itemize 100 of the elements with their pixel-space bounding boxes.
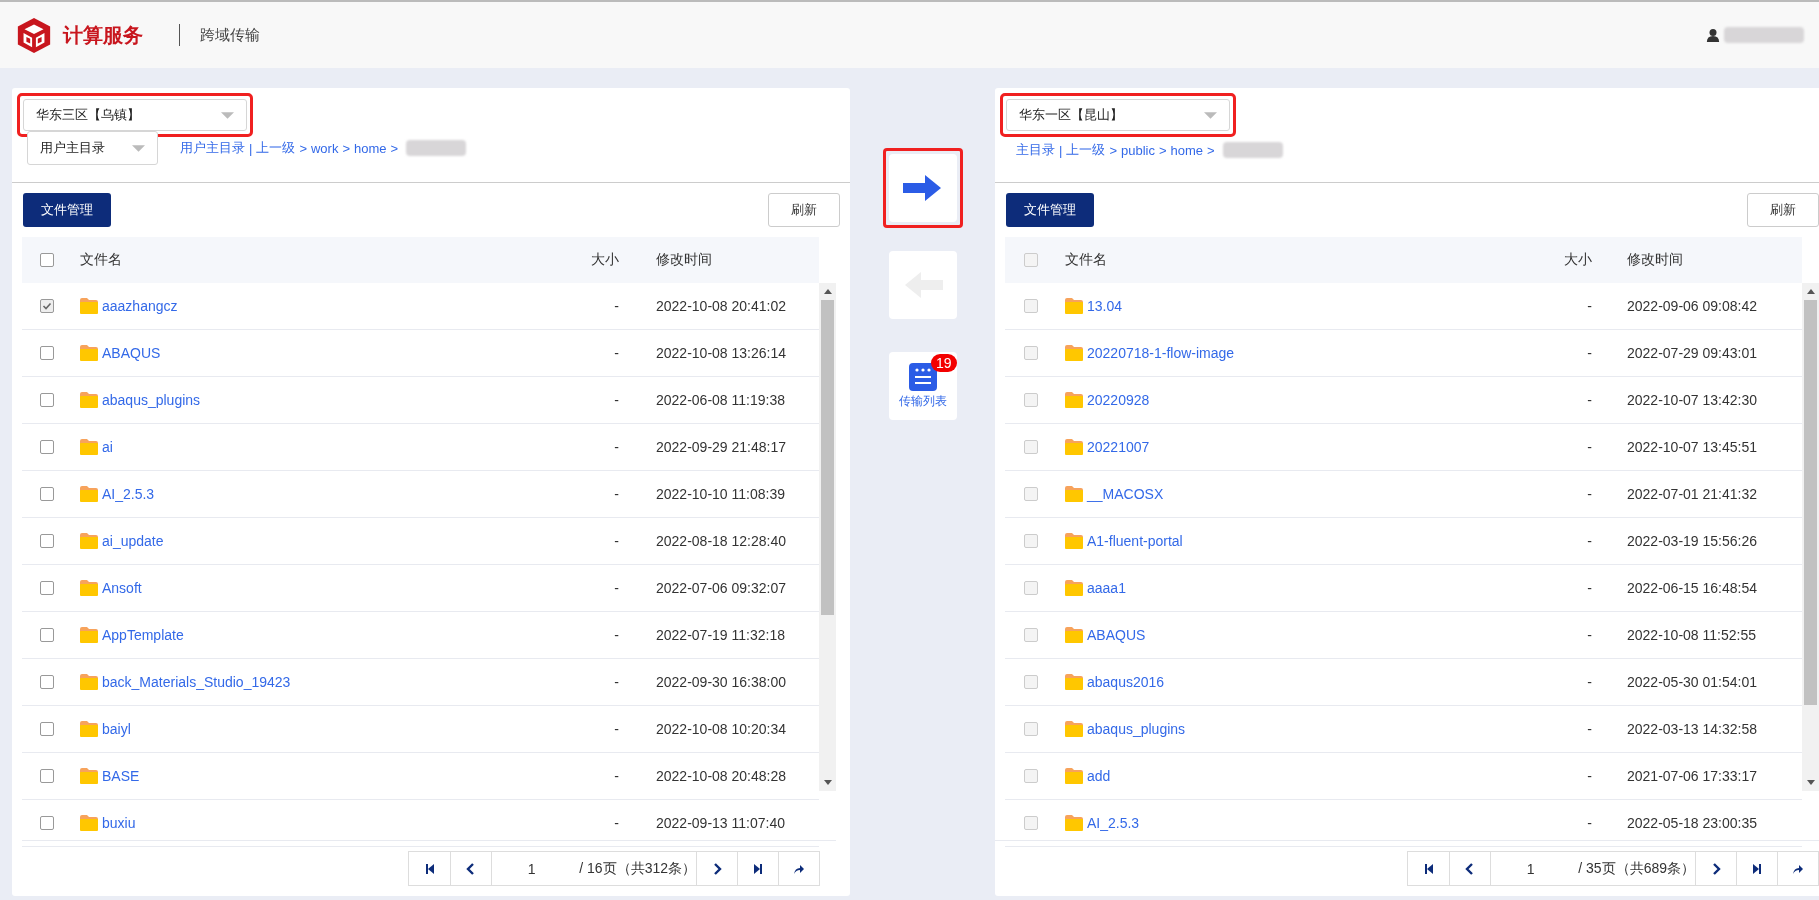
folder-link[interactable]: baiyl: [102, 721, 131, 737]
breadcrumb-link[interactable]: work: [311, 140, 339, 156]
list-icon: [908, 362, 937, 391]
file-manager-button[interactable]: 文件管理: [1006, 193, 1094, 227]
breadcrumb-separator: >: [299, 140, 307, 156]
refresh-button[interactable]: 刷新: [768, 193, 840, 227]
folder-link[interactable]: add: [1087, 768, 1111, 784]
folder-icon: [1065, 392, 1083, 408]
scroll-up-icon: [1806, 289, 1815, 294]
checkbox[interactable]: [40, 393, 54, 407]
table-cell-text: -: [1586, 580, 1592, 596]
scrollbar-thumb[interactable]: [821, 300, 834, 615]
checkbox[interactable]: [40, 487, 54, 501]
folder-icon: [1065, 298, 1083, 314]
folder-link[interactable]: ai: [102, 439, 113, 455]
table-cell-text: -: [613, 392, 619, 408]
column-header: 大小: [590, 251, 619, 269]
folder-link[interactable]: ai_update: [102, 533, 164, 549]
check-icon: [42, 301, 52, 311]
checkbox[interactable]: [40, 769, 54, 783]
folder-link[interactable]: 13.04: [1087, 298, 1123, 314]
folder-link[interactable]: abaqus_plugins: [102, 392, 201, 408]
table-cell-text: 2022-10-08 20:41:02: [655, 298, 787, 314]
folder-link[interactable]: 20220718-1-flow-image: [1087, 345, 1235, 361]
breadcrumb-link[interactable]: home: [1170, 142, 1204, 158]
go-page-icon: [793, 862, 805, 875]
folder-link[interactable]: aaaa1: [1087, 580, 1126, 596]
table-cell-text: -: [613, 439, 619, 455]
file-manager-button[interactable]: 文件管理: [23, 193, 111, 227]
table-cell-text: -: [613, 345, 619, 361]
table-cell-text: -: [613, 721, 619, 737]
page-number-field[interactable]: 1: [1491, 860, 1571, 877]
column-header: 文件名: [79, 251, 123, 269]
column-header: 大小: [1563, 251, 1592, 269]
page-number-field[interactable]: 1: [492, 860, 572, 877]
folder-icon: [80, 439, 98, 455]
user-icon: [1706, 28, 1720, 42]
table-cell-text: -: [613, 815, 619, 831]
checkbox[interactable]: [40, 722, 54, 736]
next-page-icon: [1710, 862, 1722, 875]
logo-text: 计算服务: [63, 22, 143, 48]
checkbox[interactable]: [40, 816, 54, 830]
checkbox[interactable]: [40, 346, 54, 360]
folder-link[interactable]: AppTemplate: [102, 627, 184, 643]
checkbox[interactable]: [40, 534, 54, 548]
folder-icon: [1065, 627, 1083, 643]
refresh-button[interactable]: 刷新: [1747, 193, 1819, 227]
region-dropdown[interactable]: 华东一区【昆山】: [1006, 99, 1230, 131]
folder-link[interactable]: back_Materials_Studio_19423: [102, 674, 291, 690]
table-cell-text: 2022-07-29 09:43:01: [1626, 345, 1758, 361]
breadcrumb-link[interactable]: home: [354, 140, 387, 156]
caret-icon: [1204, 111, 1217, 119]
checkbox[interactable]: [40, 440, 54, 454]
checkbox[interactable]: [40, 628, 54, 642]
previous-page-icon: [1464, 862, 1476, 875]
folder-link[interactable]: Ansoft: [102, 580, 142, 596]
breadcrumb-link[interactable]: 上一级: [256, 139, 296, 157]
page-title: 跨域传输: [200, 25, 260, 45]
folder-icon: [1065, 345, 1083, 361]
folder-icon: [80, 580, 98, 596]
folder-link[interactable]: A1-fluent-portal: [1087, 533, 1183, 549]
checkbox[interactable]: [40, 675, 54, 689]
folder-link[interactable]: aaazhangcz: [102, 298, 178, 314]
scrollbar[interactable]: [1802, 283, 1819, 791]
breadcrumb-link[interactable]: public: [1121, 142, 1155, 158]
first-page-icon: [1422, 862, 1435, 875]
folder-link[interactable]: abaqus_plugins: [1087, 721, 1186, 737]
transfer-list-button[interactable]: 传输列表 19: [888, 352, 957, 420]
checkbox[interactable]: [40, 299, 54, 313]
folder-link[interactable]: AI_2.5.3: [102, 486, 155, 502]
folder-icon: [80, 392, 98, 408]
folder-link[interactable]: AI_2.5.3: [1087, 815, 1140, 831]
table-cell-text: -: [1586, 768, 1592, 784]
breadcrumb-link[interactable]: 主目录: [1016, 141, 1055, 159]
directory-dropdown[interactable]: 用户主目录: [27, 131, 158, 165]
folder-link[interactable]: ABAQUS: [102, 345, 161, 361]
breadcrumb-link[interactable]: 用户主目录: [180, 139, 245, 157]
folder-link[interactable]: buxiu: [102, 815, 136, 831]
folder-link[interactable]: ABAQUS: [1087, 627, 1146, 643]
first-page-icon: [423, 862, 436, 875]
region-dropdown[interactable]: 华东三区【乌镇】: [23, 99, 247, 131]
folder-link[interactable]: 20221007: [1087, 439, 1150, 455]
table-cell-text: -: [613, 580, 619, 596]
table-cell-text: 2022-10-10 11:08:39: [655, 486, 786, 502]
scrollbar[interactable]: [819, 283, 836, 791]
folder-link[interactable]: BASE: [102, 768, 140, 784]
folder-icon: [1065, 815, 1083, 831]
transfer-right-button[interactable]: [888, 154, 957, 222]
checkbox[interactable]: [40, 581, 54, 595]
table-cell-text: -: [1586, 674, 1592, 690]
table-cell-text: -: [1586, 533, 1592, 549]
table-cell-text: 2022-10-07 13:45:51: [1626, 439, 1758, 455]
folder-link[interactable]: 20220928: [1087, 392, 1150, 408]
checkbox[interactable]: [40, 253, 54, 267]
scrollbar-thumb[interactable]: [1804, 300, 1817, 705]
previous-page-icon: [465, 862, 477, 875]
folder-link[interactable]: __MACOSX: [1087, 486, 1164, 502]
folder-link[interactable]: abaqus2016: [1087, 674, 1165, 690]
table-cell-text: 2022-06-08 11:19:38: [655, 392, 786, 408]
breadcrumb-link[interactable]: 上一级: [1066, 141, 1106, 159]
